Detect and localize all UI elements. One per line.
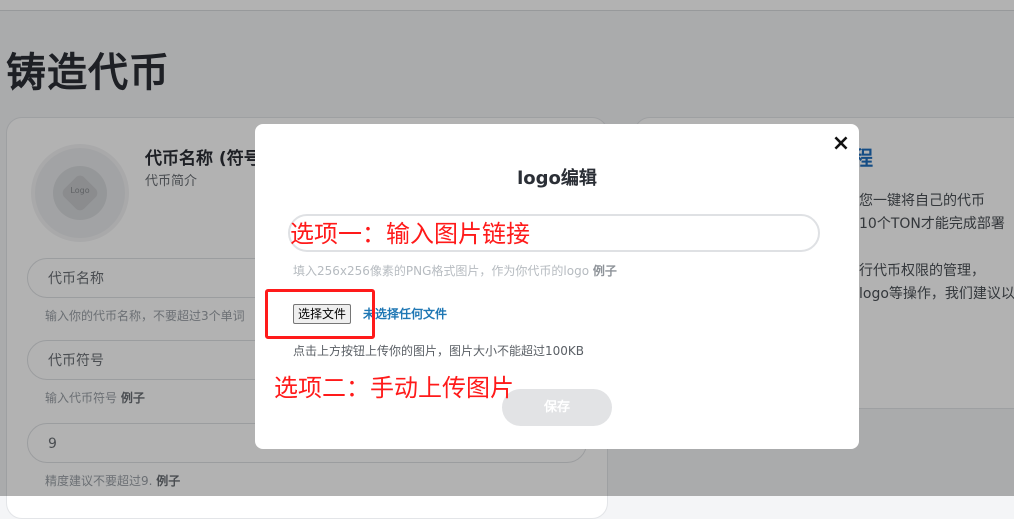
modal-title: logo编辑 — [517, 168, 597, 189]
upload-hint: 点击上方按钮上传你的图片，图片大小不能超过100KB — [293, 344, 585, 358]
logo-url-example-link[interactable]: 例子 — [593, 264, 617, 278]
close-icon[interactable]: × — [829, 132, 853, 156]
annotation-option-two: 选项二：手动上传图片 — [274, 374, 514, 402]
no-file-selected-text: 未选择任何文件 — [363, 307, 448, 321]
annotation-option-one: 选项一：输入图片链接 — [290, 220, 530, 248]
logo-url-hint: 填入256x256像素的PNG格式图片，作为你代币的logo 例子 — [293, 262, 617, 279]
save-button[interactable]: 保存 — [502, 389, 612, 426]
annotation-highlight-box — [265, 289, 375, 339]
logo-url-hint-text: 填入256x256像素的PNG格式图片，作为你代币的logo — [293, 264, 590, 278]
